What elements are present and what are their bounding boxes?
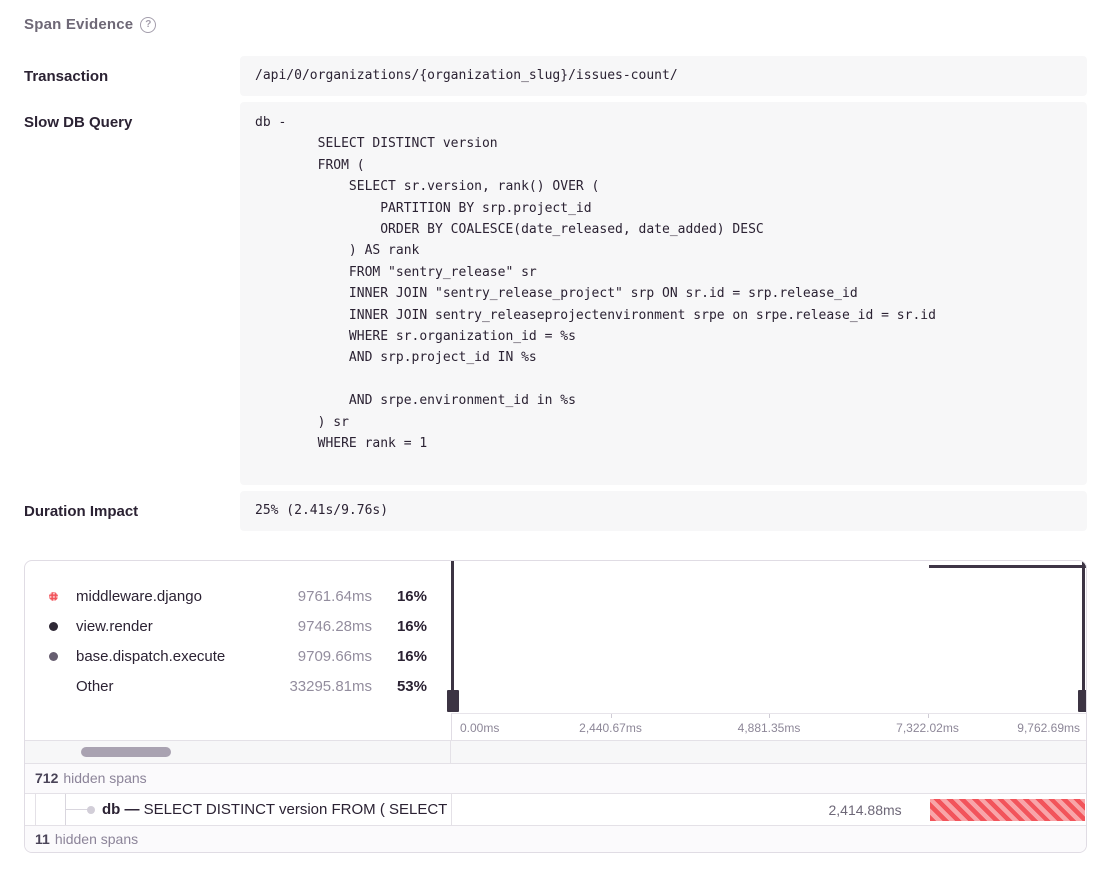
legend-dot-empty	[49, 682, 58, 691]
minimap-column: 0.00ms 2,440.67ms 4,881.35ms 7,322.02ms …	[451, 561, 1086, 740]
span-description: db — SELECT DISTINCT version FROM ( SELE…	[102, 794, 451, 825]
legend-duration: 33295.81ms	[252, 678, 372, 695]
minimap-left-grip[interactable]	[447, 690, 459, 712]
slow-db-query-value: db - SELECT DISTINCT version FROM ( SELE…	[240, 102, 1087, 485]
trace-minimap[interactable]	[451, 561, 1086, 713]
span-row-db[interactable]: db — SELECT DISTINCT version FROM ( SELE…	[25, 793, 1086, 825]
hidden-spans-row-bottom[interactable]: 11 hidden spans	[25, 825, 1086, 852]
slow-db-query-label: Slow DB Query	[24, 102, 240, 485]
legend-name: view.render	[76, 618, 153, 635]
legend-name: base.dispatch.execute	[76, 648, 225, 665]
time-axis: 0.00ms 2,440.67ms 4,881.35ms 7,322.02ms …	[451, 713, 1086, 740]
legend-duration: 9709.66ms	[252, 648, 372, 665]
transaction-label: Transaction	[24, 56, 240, 96]
legend-dot-gray	[49, 652, 58, 661]
horizontal-scroll-row	[25, 740, 1086, 763]
span-legend: middleware.django 9761.64ms 16% view.ren…	[25, 561, 451, 740]
slow-db-query-row: Slow DB Query db - SELECT DISTINCT versi…	[24, 102, 1087, 485]
legend-percent: 53%	[372, 678, 427, 695]
span-row-bar-cell: 2,414.88ms	[451, 794, 1086, 825]
minimap-right-drag-handle[interactable]	[1082, 561, 1085, 712]
transaction-value: /api/0/organizations/{organization_slug}…	[240, 56, 1087, 96]
legend-percent: 16%	[372, 588, 427, 605]
minimap-left-drag-handle[interactable]	[451, 561, 454, 712]
section-title: Span Evidence	[24, 16, 133, 33]
transaction-row: Transaction /api/0/organizations/{organi…	[24, 56, 1087, 96]
legend-item-middleware-django[interactable]: middleware.django 9761.64ms 16%	[49, 582, 427, 612]
axis-label-0: 0.00ms	[460, 721, 499, 735]
legend-dot-dark	[49, 622, 58, 631]
legend-duration: 9761.64ms	[252, 588, 372, 605]
tree-gutter-divider	[35, 794, 36, 825]
legend-item-view-render[interactable]: view.render 9746.28ms 16%	[49, 612, 427, 642]
span-tree-panel: middleware.django 9761.64ms 16% view.ren…	[24, 560, 1087, 853]
legend-dot-red	[49, 592, 58, 601]
hidden-spans-row-top[interactable]: 712 hidden spans	[25, 763, 1086, 793]
scrollbar-track[interactable]	[25, 741, 451, 763]
sql-code: db - SELECT DISTINCT version FROM ( SELE…	[255, 112, 1072, 455]
tree-connector-horizontal	[65, 809, 89, 810]
minimap-span-highlight	[929, 565, 1086, 568]
axis-label-1: 2,440.67ms	[579, 721, 642, 735]
span-row-description-cell: db — SELECT DISTINCT version FROM ( SELE…	[25, 794, 451, 825]
legend-percent: 16%	[372, 618, 427, 635]
legend-item-other[interactable]: Other 33295.81ms 53%	[49, 672, 427, 702]
span-duration-bar[interactable]	[930, 799, 1085, 821]
axis-label-2: 4,881.35ms	[738, 721, 801, 735]
span-op-label: db —	[102, 801, 140, 818]
axis-tick	[611, 714, 612, 718]
scrollbar-thumb[interactable]	[81, 747, 171, 757]
axis-label-3: 7,322.02ms	[896, 721, 959, 735]
hidden-spans-label: hidden spans	[63, 770, 146, 786]
tree-connector-dot	[87, 806, 95, 814]
duration-impact-label: Duration Impact	[24, 491, 240, 531]
duration-impact-row: Duration Impact 25% (2.41s/9.76s)	[24, 491, 1087, 531]
minimap-right-grip[interactable]	[1078, 690, 1088, 712]
legend-item-base-dispatch-execute[interactable]: base.dispatch.execute 9709.66ms 16%	[49, 642, 427, 672]
span-evidence-section: Span Evidence ? Transaction /api/0/organ…	[0, 0, 1111, 853]
legend-name: Other	[76, 678, 114, 695]
axis-label-4: 9,762.69ms	[1017, 721, 1080, 735]
span-query-snippet: SELECT DISTINCT version FROM ( SELECT sr…	[144, 801, 451, 818]
help-icon[interactable]: ?	[140, 17, 156, 33]
axis-tick	[928, 714, 929, 718]
hidden-spans-count: 11	[35, 831, 50, 847]
section-header: Span Evidence ?	[24, 16, 1087, 33]
hidden-spans-label: hidden spans	[55, 831, 138, 847]
legend-percent: 16%	[372, 648, 427, 665]
legend-name: middleware.django	[76, 588, 202, 605]
hidden-spans-count: 712	[35, 770, 58, 786]
legend-duration: 9746.28ms	[252, 618, 372, 635]
panel-top: middleware.django 9761.64ms 16% view.ren…	[25, 561, 1086, 740]
span-duration-label: 2,414.88ms	[829, 794, 902, 826]
axis-tick	[769, 714, 770, 718]
duration-impact-value: 25% (2.41s/9.76s)	[240, 491, 1087, 531]
